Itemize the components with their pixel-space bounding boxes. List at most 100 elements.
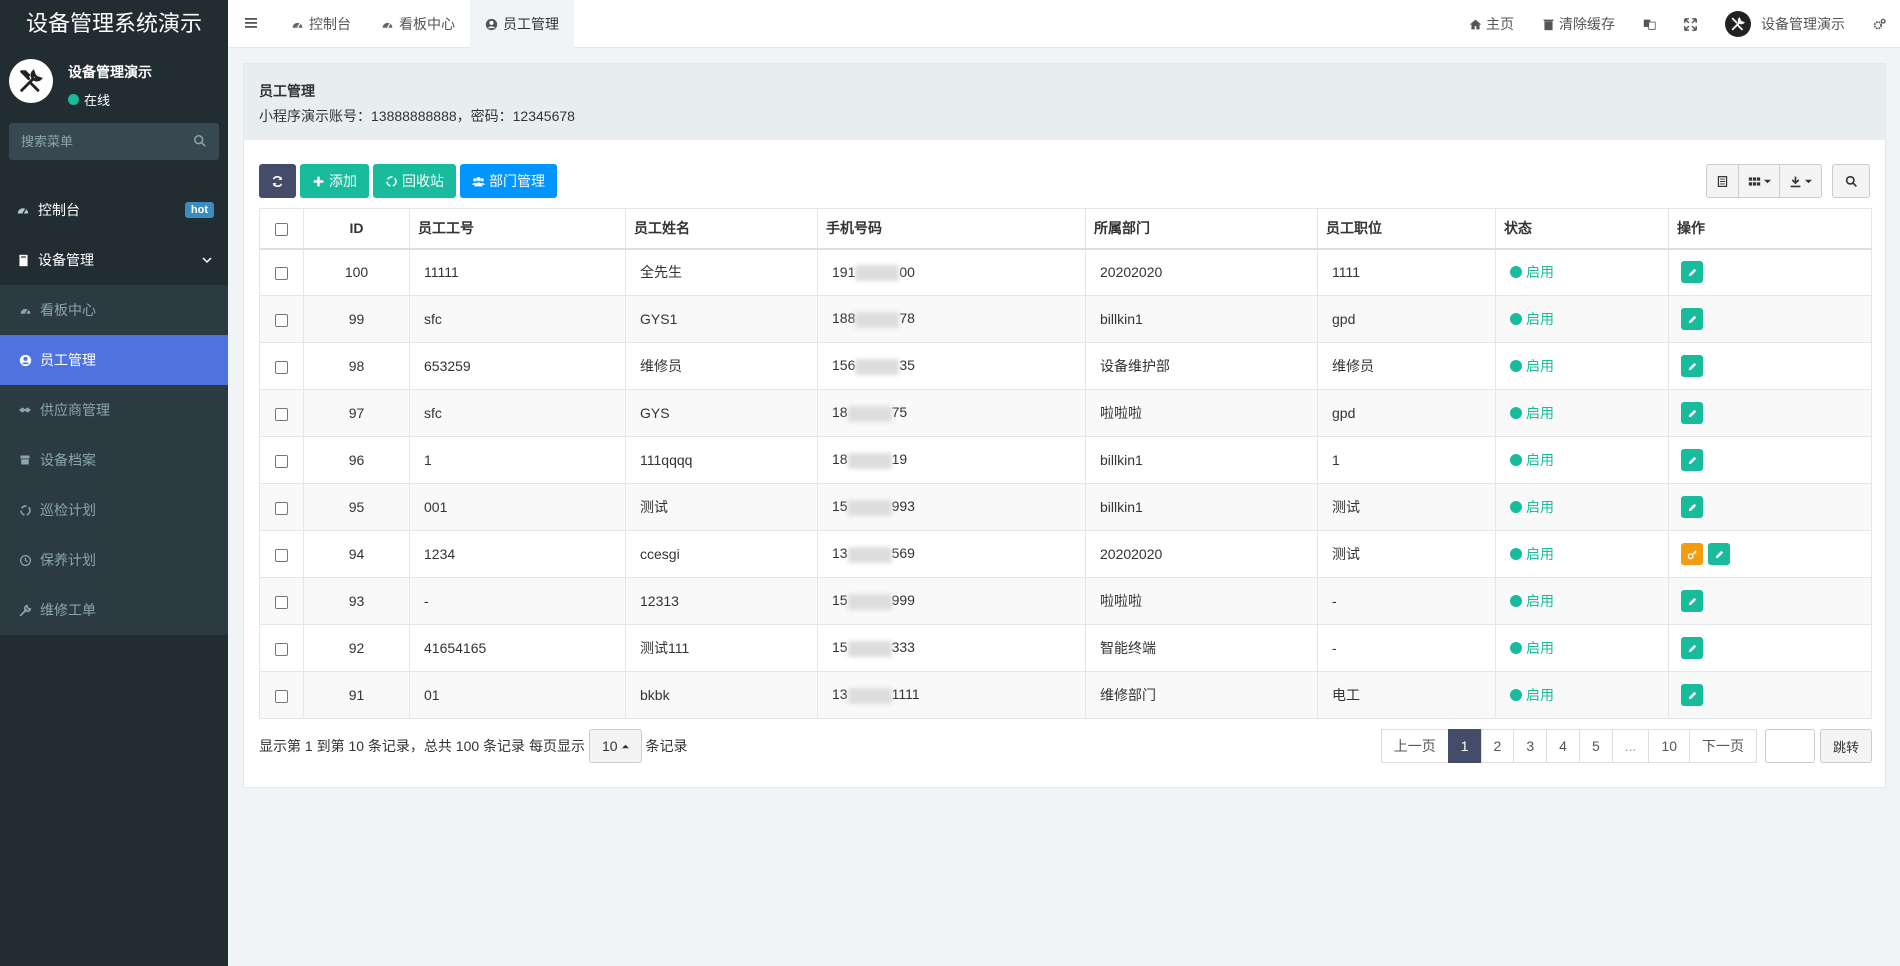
sidebar-item-maintenance[interactable]: 保养计划 (0, 535, 228, 585)
status-badge[interactable]: 启用 (1510, 591, 1668, 611)
clear-cache-link[interactable]: 清除缓存 (1528, 0, 1629, 48)
status-badge[interactable]: 启用 (1510, 450, 1668, 470)
search-toggle-button[interactable] (1833, 165, 1869, 197)
status-badge[interactable]: 启用 (1510, 544, 1668, 564)
page-5[interactable]: 5 (1578, 729, 1613, 763)
row-checkbox[interactable] (275, 267, 288, 281)
add-button[interactable]: 添加 (300, 164, 369, 198)
row-select-cell (259, 248, 304, 296)
table-row[interactable]: 100 11111 全先生 191 00 20202020 1111 启用 (259, 248, 1872, 296)
department-management-button[interactable]: 部门管理 (460, 164, 557, 198)
recycle-bin-button[interactable]: 回收站 (373, 164, 456, 198)
page-4[interactable]: 4 (1546, 729, 1580, 763)
status-dot-icon (1510, 360, 1522, 372)
page-10[interactable]: 10 (1648, 729, 1690, 763)
sidebar-item-archives[interactable]: 设备档案 (0, 435, 228, 485)
status-badge[interactable]: 启用 (1510, 497, 1668, 517)
home-link[interactable]: 主页 (1455, 0, 1528, 48)
user-menu[interactable]: 设备管理演示 (1711, 0, 1859, 48)
tab-employees[interactable]: 员工管理 (470, 0, 574, 48)
row-checkbox[interactable] (275, 689, 288, 703)
search-icon[interactable] (193, 134, 207, 148)
table-row[interactable]: 99 sfc GYS1 188 78 billkin1 gpd 启用 (259, 295, 1872, 343)
fullscreen-button[interactable] (1670, 0, 1711, 48)
sidebar-item-board[interactable]: 看板中心 (0, 285, 228, 335)
row-checkbox[interactable] (275, 454, 288, 468)
status-badge[interactable]: 启用 (1510, 403, 1668, 423)
status-badge[interactable]: 启用 (1510, 262, 1668, 282)
table-row[interactable]: 96 1 111qqqq 18 19 billkin1 1 启用 (259, 436, 1872, 484)
page-3[interactable]: 3 (1513, 729, 1548, 763)
page-1[interactable]: 1 (1447, 729, 1482, 763)
edit-button[interactable] (1681, 355, 1703, 377)
app-brand[interactable]: 设备管理系统演示 (0, 0, 228, 48)
cell-employee-no: 41654165 (409, 624, 626, 672)
reset-password-button[interactable] (1681, 543, 1703, 565)
jump-button[interactable]: 跳转 (1819, 729, 1872, 763)
table-row[interactable]: 94 1234 ccesgi 13 569 20202020 测试 启用 (259, 530, 1872, 578)
row-checkbox[interactable] (275, 407, 288, 421)
sidebar-item-suppliers[interactable]: 供应商管理 (0, 385, 228, 435)
table-row[interactable]: 97 sfc GYS 18 75 啦啦啦 gpd 启用 (259, 389, 1872, 437)
cell-position: 测试 (1317, 530, 1496, 578)
page-size-dropdown[interactable]: 10 (588, 729, 642, 763)
menu-search-input[interactable] (9, 123, 219, 160)
dashboard-icon (382, 22, 393, 28)
row-checkbox[interactable] (275, 501, 288, 515)
edit-button[interactable] (1681, 684, 1703, 706)
sidebar-item-device-management[interactable]: 设备管理 (0, 235, 228, 285)
table-row[interactable]: 98 653259 维修员 156 35 设备维护部 维修员 启用 (259, 342, 1872, 390)
row-checkbox[interactable] (275, 360, 288, 374)
col-department[interactable]: 所属部门 (1085, 208, 1318, 250)
sidebar-item-repair-orders[interactable]: 维修工单 (0, 585, 228, 635)
user-circle-icon (18, 353, 32, 367)
menu-toggle-icon[interactable] (244, 16, 258, 30)
table-row[interactable]: 95 001 测试 15 993 billkin1 测试 启用 (259, 483, 1872, 531)
col-employee-name[interactable]: 员工姓名 (625, 208, 818, 250)
cell-department: 啦啦啦 (1085, 577, 1318, 625)
status-badge[interactable]: 启用 (1510, 685, 1668, 705)
edit-button[interactable] (1708, 543, 1730, 565)
col-id[interactable]: ID (303, 208, 410, 250)
edit-button[interactable] (1681, 496, 1703, 518)
col-status[interactable]: 状态 (1495, 208, 1669, 250)
edit-button[interactable] (1681, 637, 1703, 659)
table-row[interactable]: 92 41654165 测试111 15 333 智能终端 - 启用 (259, 624, 1872, 672)
page-2[interactable]: 2 (1480, 729, 1515, 763)
card-view-button[interactable] (1707, 165, 1739, 197)
col-position[interactable]: 员工职位 (1317, 208, 1496, 250)
edit-button[interactable] (1681, 261, 1703, 284)
status-badge[interactable]: 启用 (1510, 356, 1668, 376)
edit-button[interactable] (1681, 590, 1703, 612)
row-checkbox[interactable] (275, 548, 288, 562)
cell-position: gpd (1317, 295, 1496, 343)
edit-icon (1687, 408, 1698, 419)
table-row[interactable]: 93 - 12313 15 999 啦啦啦 - 启用 (259, 577, 1872, 625)
table-row[interactable]: 91 01 bkbk 13 1111 维修部门 电工 启用 (259, 671, 1872, 719)
caret-down-icon (1805, 179, 1812, 183)
prev-page-button[interactable]: 上一页 (1380, 729, 1449, 763)
tab-board[interactable]: 看板中心 (366, 0, 470, 48)
edit-button[interactable] (1681, 402, 1703, 424)
sidebar-item-inspection[interactable]: 巡检计划 (0, 485, 228, 535)
col-phone[interactable]: 手机号码 (817, 208, 1086, 250)
export-button[interactable] (1780, 165, 1821, 197)
refresh-button[interactable] (259, 164, 296, 198)
row-checkbox[interactable] (275, 642, 288, 656)
row-checkbox[interactable] (275, 595, 288, 609)
edit-button[interactable] (1681, 308, 1703, 330)
columns-toggle-button[interactable] (1739, 165, 1780, 197)
next-page-button[interactable]: 下一页 (1688, 729, 1757, 763)
status-badge[interactable]: 启用 (1510, 309, 1668, 329)
sidebar-item-employees[interactable]: 员工管理 (0, 335, 228, 385)
language-button[interactable] (1629, 0, 1670, 48)
tab-dashboard[interactable]: 控制台 (276, 0, 366, 48)
col-employee-no[interactable]: 员工工号 (409, 208, 626, 250)
select-all-checkbox[interactable] (275, 223, 288, 237)
edit-button[interactable] (1681, 449, 1703, 471)
jump-page-input[interactable] (1764, 729, 1815, 763)
sidebar-item-dashboard[interactable]: 控制台 hot (0, 185, 228, 235)
row-checkbox[interactable] (275, 313, 288, 327)
status-badge[interactable]: 启用 (1510, 638, 1668, 658)
settings-button[interactable] (1859, 0, 1900, 48)
